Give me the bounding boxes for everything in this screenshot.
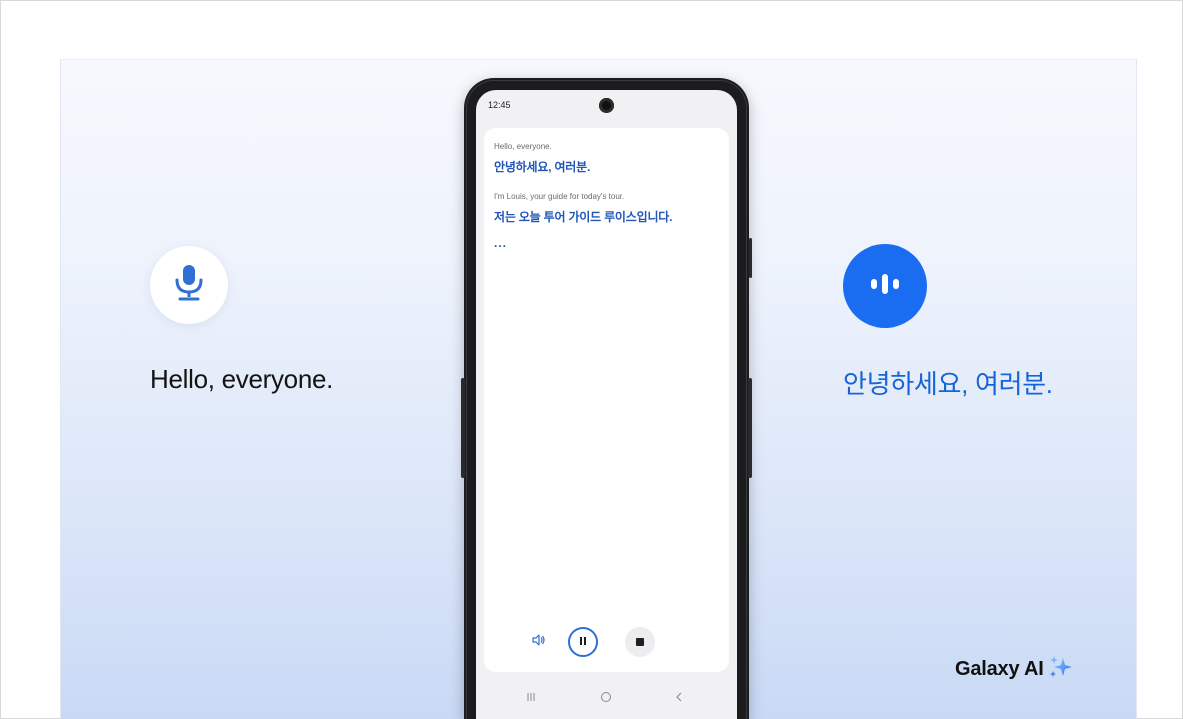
stop-button[interactable] (625, 627, 655, 657)
volume-icon (532, 633, 546, 651)
sparkle-icon (1048, 654, 1074, 685)
home-button[interactable] (596, 688, 616, 708)
transcript-source-2: I'm Louis, your guide for today's tour. (494, 192, 625, 201)
page-frame: Hello, everyone. 안녕하세요, 여러분. Galaxy AI 1… (0, 0, 1183, 719)
pause-icon (578, 633, 588, 651)
transcript-source-1: Hello, everyone. (494, 142, 552, 151)
navigation-bar (476, 680, 737, 716)
recent-apps-button[interactable] (521, 688, 541, 708)
stop-icon (636, 633, 644, 651)
back-icon (674, 691, 684, 706)
microphone-icon (172, 263, 206, 308)
transcript-translation-1: 안녕하세요, 여러분. (494, 160, 591, 174)
translated-phrase: 안녕하세요, 여러분. (843, 369, 1053, 399)
back-button[interactable] (669, 688, 689, 708)
voice-waveform-icon (868, 272, 902, 301)
home-icon (600, 691, 612, 706)
brand-text: Galaxy AI (955, 657, 1044, 680)
phone-device: 12:45 Hello, everyone. 안녕하세요, 여러분. I'm L… (461, 78, 752, 719)
interpreter-card: Hello, everyone. 안녕하세요, 여러분. I'm Louis, … (484, 128, 729, 672)
transcript-translation-2: 저는 오늘 투어 가이드 루이스입니다. (494, 210, 673, 224)
hero-banner: Hello, everyone. 안녕하세요, 여러분. Galaxy AI 1… (60, 59, 1137, 719)
voice-output-badge (843, 244, 927, 328)
phone-screen: 12:45 Hello, everyone. 안녕하세요, 여러분. I'm L… (476, 90, 737, 719)
pause-button[interactable] (568, 627, 598, 657)
galaxy-ai-logo: Galaxy AI (955, 654, 1074, 684)
status-time: 12:45 (488, 100, 511, 110)
volume-button[interactable] (530, 633, 548, 651)
microphone-button (150, 246, 228, 324)
hinge-left (461, 378, 465, 478)
side-button (749, 238, 752, 278)
source-phrase: Hello, everyone. (150, 364, 334, 394)
front-camera (599, 98, 614, 113)
hinge-right (748, 378, 752, 478)
typing-indicator: ... (494, 236, 508, 250)
playback-controls (484, 623, 729, 661)
recent-apps-icon (526, 691, 536, 705)
